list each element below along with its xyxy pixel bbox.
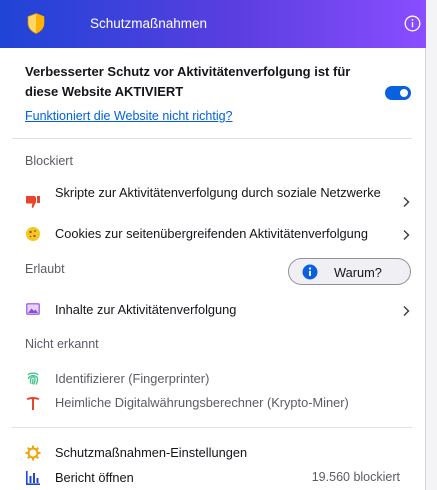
row-label: Bericht öffnen <box>55 470 134 485</box>
info-icon <box>302 264 318 280</box>
row-label: Schutzmaßnahmen-Einstellungen <box>55 445 248 460</box>
protections-panel: Schutzmaßnahmen Verbesserter Schutz vor … <box>0 0 426 490</box>
shield-icon <box>27 13 45 34</box>
row-cross-site-cookies[interactable]: Cookies zur seitenübergreifenden Aktivit… <box>20 224 415 244</box>
row-label: Skripte zur Aktivitätenverfolgung durch … <box>55 185 381 200</box>
why-button[interactable]: Warum? <box>288 258 411 285</box>
bar-chart-icon <box>26 471 40 485</box>
chevron-right-icon <box>403 306 410 316</box>
section-label-allowed: Erlaubt <box>25 262 65 276</box>
divider <box>12 138 412 139</box>
chevron-right-icon <box>403 230 410 240</box>
row-tracking-content[interactable]: Inhalte zur Aktivitätenverfolgung <box>20 300 415 320</box>
etp-status-text: Verbesserter Schutz vor Aktivitätenverfo… <box>25 64 351 99</box>
chevron-right-icon <box>403 197 410 207</box>
row-label: Cookies zur seitenübergreifenden Aktivit… <box>55 226 369 241</box>
cookie-icon <box>26 227 40 241</box>
protection-settings-button[interactable]: Schutzmaßnahmen-Einstellungen <box>20 443 415 463</box>
row-label: Inhalte zur Aktivitätenverfolgung <box>55 302 237 317</box>
panel-title: Schutzmaßnahmen <box>90 16 208 31</box>
thumbs-down-icon <box>25 196 40 208</box>
info-icon[interactable] <box>404 15 421 32</box>
pickaxe-icon <box>26 397 40 410</box>
blocked-count: 19.560 blockiert <box>311 470 400 484</box>
site-broken-link[interactable]: Funktioniert die Website nicht richtig? <box>25 109 233 123</box>
row-cryptominers: Heimliche Digitalwährungsberechner (Kryp… <box>20 393 415 413</box>
section-label-not-detected: Nicht erkannt <box>25 337 99 351</box>
divider <box>12 427 412 428</box>
row-label: Heimliche Digitalwährungsberechner (Kryp… <box>55 395 349 410</box>
why-button-label: Warum? <box>334 265 382 280</box>
gear-icon <box>25 445 41 461</box>
image-icon <box>26 303 40 315</box>
etp-toggle[interactable] <box>385 86 411 100</box>
window-edge <box>426 0 437 490</box>
row-social-trackers[interactable]: Skripte zur Aktivitätenverfolgung durch … <box>20 184 415 222</box>
row-label: Identifizierer (Fingerprinter) <box>55 371 210 386</box>
fingerprint-icon <box>27 372 39 385</box>
row-fingerprinters: Identifizierer (Fingerprinter) <box>20 369 415 389</box>
panel-header: Schutzmaßnahmen <box>0 0 426 48</box>
section-label-blocked: Blockiert <box>25 154 73 168</box>
